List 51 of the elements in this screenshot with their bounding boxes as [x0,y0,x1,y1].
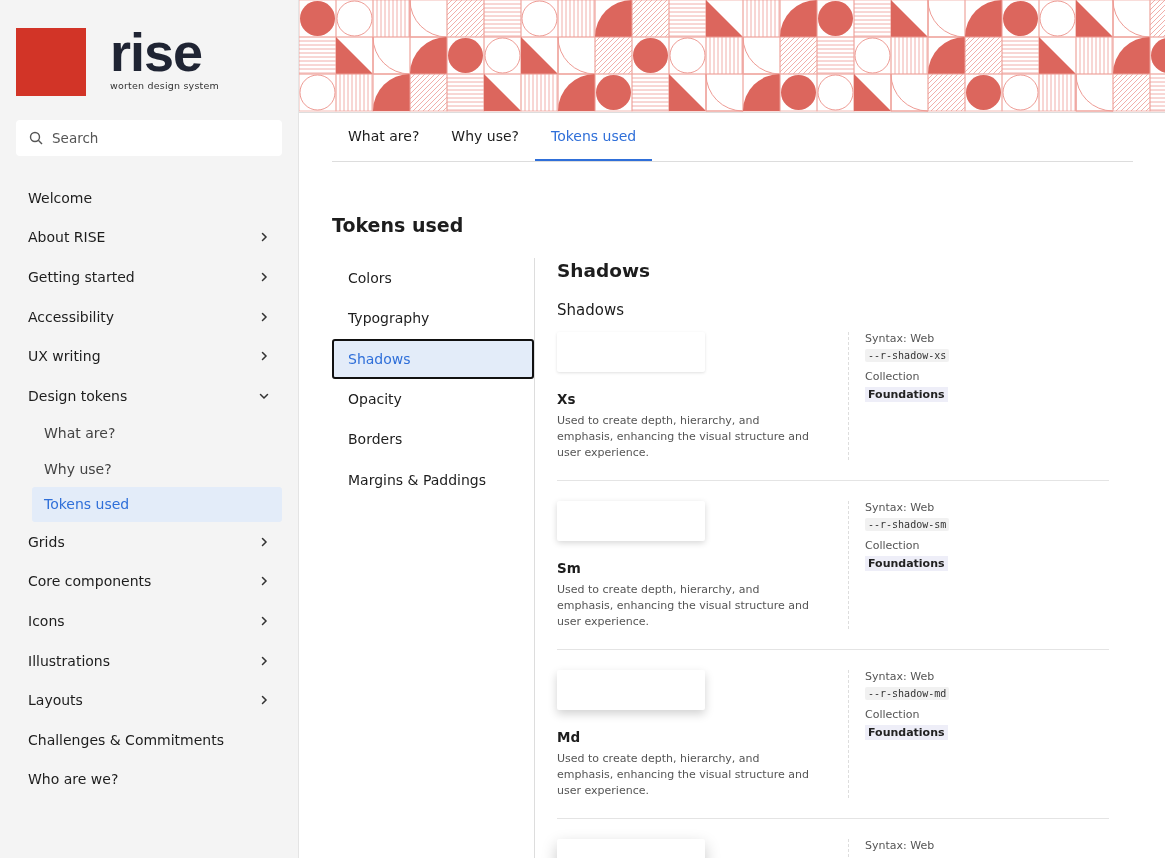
syntax-label: Syntax: Web [865,670,935,683]
sidebar-item[interactable]: About RISE [16,217,282,258]
search-field[interactable]: Search [16,120,282,156]
category-item[interactable]: Shadows [332,338,534,379]
sidebar-item[interactable]: Layouts [16,680,282,721]
collection-tag: Foundations [865,556,948,571]
syntax-label: Syntax: Web [865,332,935,345]
token-code: --r-shadow-sm [865,518,950,531]
sidebar-item[interactable]: Accessibility [16,296,282,337]
tab[interactable]: Tokens used [535,113,653,161]
token-description: Used to create depth, hierarchy, and emphasis, enhancing the visual structure and user experience. [557,582,810,630]
syntax-label: Syntax: Web [865,501,935,514]
token-code: --r-shadow-md [865,687,950,700]
sidebar-item[interactable]: Core components [16,561,282,602]
collection-tag: Foundations [865,725,948,740]
category-item[interactable]: Opacity [332,378,534,420]
sidebar-item[interactable]: Challenges & Commitments [16,720,282,760]
sidebar-subitem[interactable]: Tokens used [32,486,282,523]
category-item[interactable]: Typography [332,298,534,339]
token-code: --r-shadow-xs [865,349,950,362]
page-heading: Tokens used [332,214,465,236]
sidebar-item[interactable]: UX writing [16,336,282,376]
token-name: Sm [557,560,582,576]
section-title: Shadows [557,260,652,281]
collection-tag: Foundations [865,387,948,402]
token-name: Xs [557,391,577,407]
sidebar-item[interactable]: Welcome [16,178,282,218]
category-item[interactable]: Borders [332,419,534,460]
collection-label: Collection [865,708,920,721]
token-description: Used to create depth, hierarchy, and emphasis, enhancing the visual structure and user experience. [557,751,810,799]
sidebar-item[interactable]: Who are we? [16,759,282,800]
collection-label: Collection [865,370,920,383]
sidebar-subitem[interactable]: Why use? [32,451,282,487]
sidebar-item[interactable]: Design tokens [16,375,282,416]
collection-label: Collection [865,539,920,552]
logo-tagline: worten design system [110,80,219,91]
section-subtitle: Shadows [557,301,625,319]
logo-square [16,28,86,96]
category-item[interactable]: Margins & Paddings [332,459,534,500]
syntax-label: Syntax: Web [865,839,935,852]
sidebar-item[interactable]: Getting started [16,257,282,297]
sidebar-item[interactable]: Grids [16,522,282,562]
sidebar-subitem[interactable]: What are? [32,415,282,452]
logo-wordmark: rise [110,30,204,74]
token-name: Md [557,729,582,745]
token-description: Used to create depth, hierarchy, and emphasis, enhancing the visual structure and user experience. [557,413,810,461]
tab[interactable]: Why use? [435,113,535,161]
category-item[interactable]: Colors [332,258,534,299]
sidebar-item[interactable]: Icons [16,601,282,641]
tab[interactable]: What are? [332,113,436,161]
sidebar-item[interactable]: Illustrations [16,640,282,681]
